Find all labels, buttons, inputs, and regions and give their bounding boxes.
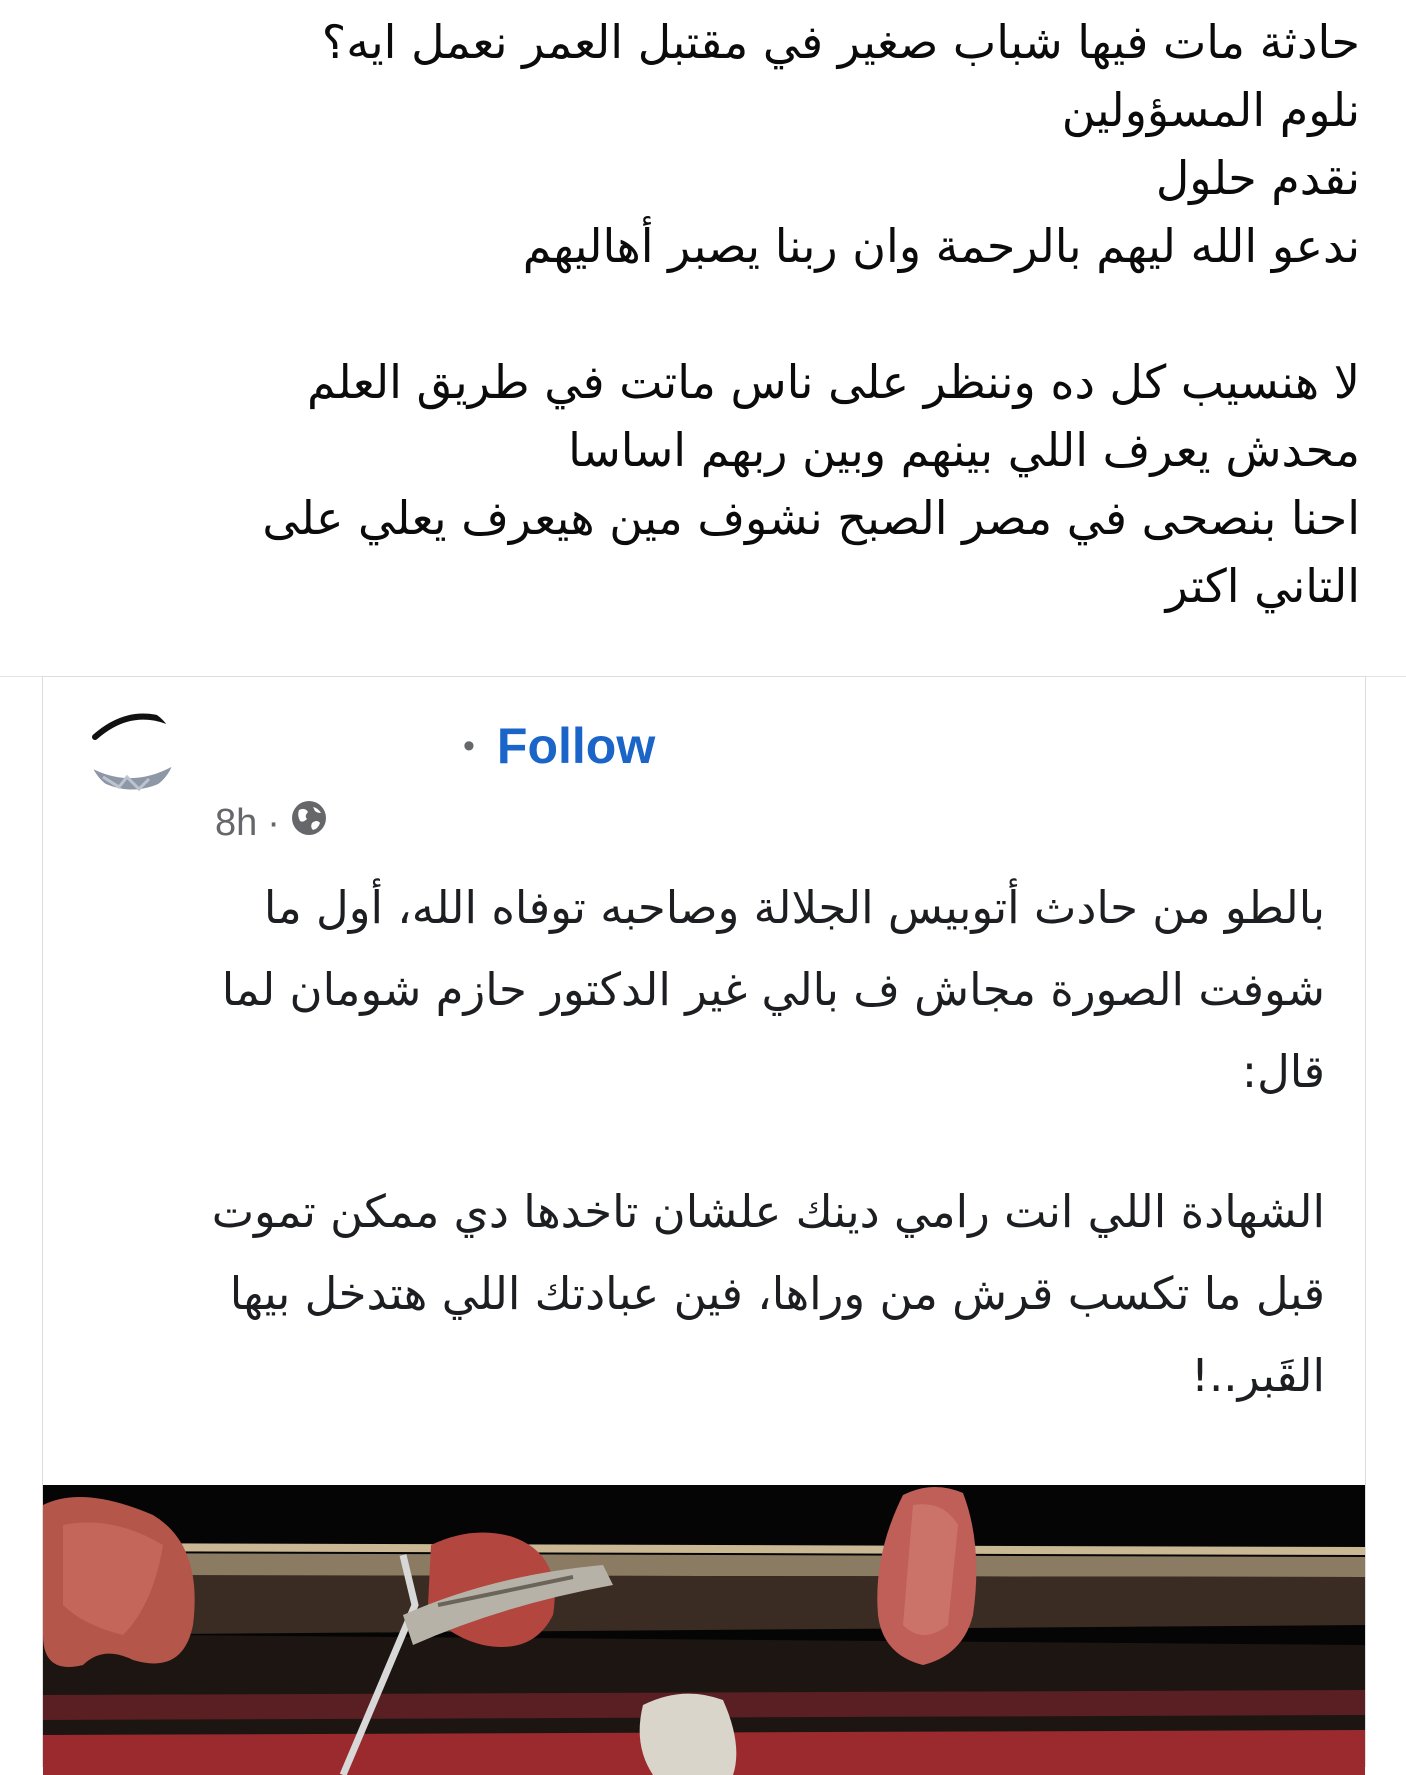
body-line: القَبر..! bbox=[1190, 1349, 1325, 1402]
caption-line: لا هنسيب كل ده وننظر على ناس ماتت في طري… bbox=[307, 355, 1360, 409]
timestamp[interactable]: 8h bbox=[215, 802, 257, 845]
shared-post-card: • Follow 8h · بالطو من حادث أتوبيس الجلا… bbox=[42, 676, 1366, 1775]
caption-line: التاني اكتر bbox=[1165, 559, 1360, 613]
post-meta: 8h · bbox=[215, 799, 328, 847]
caption-line: احنا بنصحى في مصر الصبح نشوف مين هيعرف ي… bbox=[262, 491, 1360, 545]
avatar[interactable] bbox=[89, 707, 175, 793]
separator-dot: • bbox=[463, 726, 475, 765]
post-caption: حادثة مات فيها شباب صغير في مقتبل العمر … bbox=[110, 8, 1360, 620]
body-line: قبل ما تكسب قرش من وراها، فين عبادتك الل… bbox=[229, 1267, 1325, 1320]
post-photo[interactable] bbox=[43, 1485, 1365, 1775]
follow-row: • Follow bbox=[463, 717, 655, 775]
caption-line: ندعو الله ليهم بالرحمة وان ربنا يصبر أها… bbox=[522, 219, 1360, 273]
follow-button[interactable]: Follow bbox=[497, 717, 655, 775]
body-line: بالطو من حادث أتوبيس الجلالة وصاحبه توفا… bbox=[263, 881, 1325, 934]
meta-separator: · bbox=[267, 801, 280, 844]
body-line: قال: bbox=[1241, 1045, 1325, 1098]
shared-post-body: بالطو من حادث أتوبيس الجلالة وصاحبه توفا… bbox=[115, 867, 1325, 1417]
caption-line: نلوم المسؤولين bbox=[1061, 83, 1360, 137]
globe-icon[interactable] bbox=[290, 799, 328, 847]
caption-line: حادثة مات فيها شباب صغير في مقتبل العمر … bbox=[321, 15, 1360, 69]
caption-line: محدش يعرف اللي بينهم وبين ربهم اساسا bbox=[568, 423, 1360, 477]
body-line: الشهادة اللي انت رامي دينك علشان تاخدها … bbox=[211, 1185, 1325, 1238]
body-line: شوفت الصورة مجاش ف بالي غير الدكتور حازم… bbox=[221, 963, 1325, 1016]
caption-line: نقدم حلول bbox=[1155, 151, 1360, 205]
